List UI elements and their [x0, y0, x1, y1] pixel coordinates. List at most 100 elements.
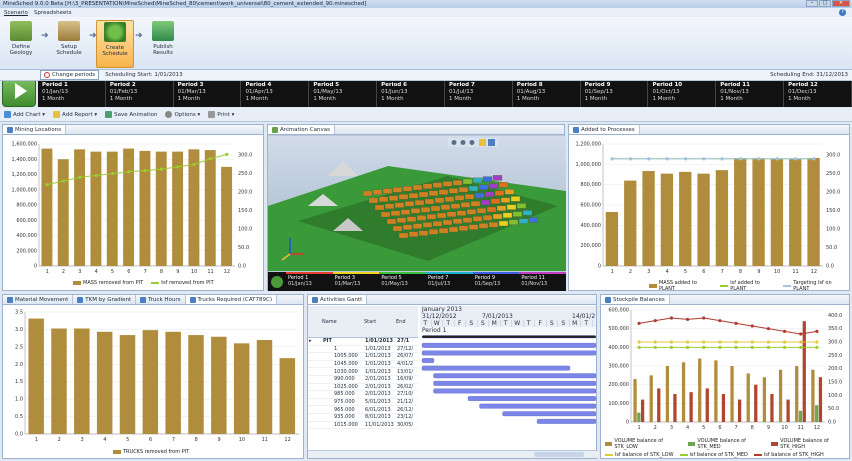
pit-3d-view[interactable] [268, 136, 566, 271]
period-cell[interactable]: Period 6 01/Jun/13 1 Month [377, 81, 445, 107]
mined-block [486, 206, 497, 213]
cell-start: 1/01/2013 [365, 368, 391, 375]
mined-block [416, 215, 427, 221]
minimize-button[interactable]: – [806, 0, 818, 7]
period-cell[interactable]: Period 7 01/Jul/13 1 Month [445, 81, 513, 107]
table-row[interactable]: 1030.000 1/01/2013 13/01/ [308, 368, 418, 376]
mined-block [488, 183, 499, 189]
table-row[interactable]: 985.000 2/01/2013 27/10/ [308, 391, 418, 399]
y-tick-label: 0.5 [15, 414, 23, 420]
legend-label: MASS removed from PIT [83, 280, 144, 286]
bar [681, 362, 686, 422]
legend-item: lsf balance of STK_HIGH [753, 452, 824, 458]
period-cell[interactable]: Period 12 01/Dec/13 1 Month [784, 81, 852, 107]
table-row[interactable]: 1 1/01/2013 27/12/ [308, 346, 418, 354]
period-cell[interactable]: Period 2 01/Feb/13 1 Month [106, 81, 174, 107]
options-button[interactable]: Options ▾ [165, 111, 200, 118]
column-header-end[interactable]: End [396, 319, 416, 325]
legend-item: lsf balance of STK_LOW [605, 452, 674, 458]
column-header-start[interactable]: Start [364, 319, 396, 325]
y2-tick-label: 0.0 [238, 264, 246, 270]
period-len: 1 Month [516, 96, 540, 102]
legend-label: lsf added to PLANT [730, 280, 760, 292]
zoom-slider[interactable] [534, 452, 584, 457]
period-cell[interactable]: Period 11 01/Nov/13 1 Month [716, 81, 785, 107]
add-report-button[interactable]: Add Report ▾ [53, 111, 97, 118]
gantt-scrollbar[interactable] [308, 450, 598, 458]
tab-mining-locations[interactable]: Mining Locations [3, 125, 67, 134]
animation-period[interactable]: Period 11 01/Nov/13 [519, 272, 567, 291]
bar [640, 399, 645, 422]
menu-scenario[interactable]: Scenario [4, 10, 28, 16]
column-header-name[interactable]: Name [322, 319, 364, 325]
table-row[interactable]: 1015.000 11/01/2013 30/05/ [308, 422, 418, 430]
menu-spreadsheets[interactable]: Spreadsheets [34, 10, 72, 16]
y2-tick-label: 100.0 [238, 227, 252, 233]
data-point [225, 152, 229, 156]
print-button[interactable]: Print ▾ [208, 111, 234, 118]
close-button[interactable]: ✕ [832, 0, 850, 7]
x-tick-label: 7 [172, 437, 175, 443]
change-periods-button[interactable]: Change periods [40, 70, 100, 80]
table-row[interactable]: 965.000 6/01/2013 26/12/ [308, 406, 418, 414]
tab-material-movement[interactable]: Material Movement [3, 295, 74, 304]
step-publish-results[interactable]: Publish Results [144, 20, 182, 68]
legend-swatch [679, 454, 688, 456]
processes-chart: 0 200,000 400,000 600,000 800,000 1,000,000 1,… [576, 142, 841, 276]
maximize-button[interactable]: □ [819, 0, 831, 7]
step-create-schedule[interactable]: Create Schedule [96, 20, 134, 68]
tab-label: Mining Locations [15, 126, 62, 133]
table-row[interactable]: ▸ PIT 1/01/2013 27/1 [308, 338, 418, 346]
animation-period[interactable]: Period 9 01/Sep/13 [472, 272, 520, 291]
animation-play-button[interactable] [268, 272, 286, 291]
animation-period[interactable]: Period 7 01/Jul/13 [426, 272, 473, 291]
x-tick-label: 10 [774, 269, 780, 275]
data-point [738, 157, 743, 161]
gantt-bar [421, 342, 597, 348]
step-define-geology[interactable]: Define Geology [2, 20, 40, 68]
x-tick-label: 1 [611, 269, 614, 275]
tab-trucks-required[interactable]: Trucks Required (CAT789C) [185, 295, 278, 304]
mined-block [410, 208, 421, 214]
gantt-day: W [432, 320, 443, 327]
period-cell[interactable]: Period 9 01/Sep/13 1 Month [581, 81, 649, 107]
period-cell[interactable]: Period 1 01/Jan/13 1 Month [38, 81, 106, 107]
tab-tkm-by-gradient[interactable]: TKM by Gradient [73, 295, 137, 304]
zoom-icon[interactable] [451, 140, 457, 145]
period-cell[interactable]: Period 4 01/Apr/13 1 Month [241, 81, 310, 107]
table-row[interactable]: 1005.000 1/01/2013 26/07/ [308, 353, 418, 361]
period-cell[interactable]: Period 3 01/Mar/13 1 Month [174, 81, 242, 107]
animation-period[interactable]: Period 5 01/May/13 [379, 272, 427, 291]
save-animation-button[interactable]: Save Animation [105, 111, 157, 118]
rotate-icon[interactable] [460, 140, 466, 145]
table-row[interactable]: 1045.000 1/01/2013 4/01/2 [308, 361, 418, 369]
data-point [782, 329, 787, 333]
camera-icon[interactable] [488, 139, 495, 146]
mined-block [368, 197, 379, 204]
period-cell[interactable]: Period 8 01/Aug/13 1 Month [513, 81, 581, 107]
table-row[interactable]: 935.000 8/01/2013 23/12/ [308, 414, 418, 422]
tab-truck-hours[interactable]: Truck Hours [136, 295, 186, 304]
tab-added-to-processes[interactable]: Added to Processes [569, 125, 640, 134]
step-setup-schedule[interactable]: Setup Schedule [50, 20, 88, 68]
table-row[interactable]: 990.000 2/01/2013 16/09/ [308, 376, 418, 384]
x-tick-label: 1 [35, 437, 38, 443]
animation-period[interactable]: Period 1 01/Jan/13 [286, 272, 333, 291]
tab-animation-canvas[interactable]: Animation Canvas [268, 125, 335, 134]
cell-end: 21/12/ [397, 399, 414, 406]
highlight-icon[interactable] [479, 139, 486, 146]
table-row[interactable]: 1025.000 2/01/2013 26/02/ [308, 384, 418, 392]
table-row[interactable]: 975.000 5/01/2013 21/12/ [308, 399, 418, 407]
bar [123, 148, 135, 266]
help-icon[interactable]: ? [839, 9, 846, 16]
pan-icon[interactable] [469, 140, 475, 145]
animation-period[interactable]: Period 3 01/Mar/13 [332, 272, 380, 291]
tab-stockpile-balances[interactable]: Stockpile Balances [601, 295, 670, 304]
period-cell[interactable]: Period 10 01/Oct/13 1 Month [648, 81, 717, 107]
add-chart-button[interactable]: Add Chart ▾ [4, 111, 45, 118]
tab-activities-gantt[interactable]: Activities Gantt [308, 295, 368, 304]
mined-block [516, 203, 527, 209]
period-cell[interactable]: Period 5 01/May/13 1 Month [309, 81, 378, 107]
publish-results-icon [152, 21, 174, 41]
mined-block [434, 197, 445, 203]
